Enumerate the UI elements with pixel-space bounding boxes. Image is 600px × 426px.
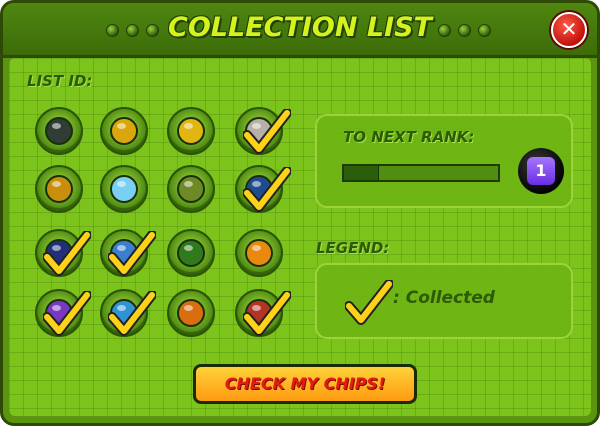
chip-item[interactable] (235, 165, 291, 213)
chip-item[interactable] (100, 229, 156, 277)
chip-orb-icon (45, 299, 73, 327)
chip-orb-icon (110, 239, 138, 267)
chip-item[interactable] (167, 289, 215, 337)
chip-item[interactable] (100, 289, 156, 337)
checkmark-icon (345, 280, 393, 325)
list-id-label: LIST ID: (27, 72, 93, 90)
chip-item[interactable] (35, 107, 83, 155)
close-button[interactable]: ✕ (551, 12, 587, 48)
title-dot (458, 24, 471, 37)
collection-window: COLLECTION LIST ✕ LIST ID: TO NEXT RANK:… (0, 0, 600, 426)
rank-label: TO NEXT RANK: (343, 128, 475, 146)
chip-orb-icon (45, 175, 73, 203)
rank-badge-icon: 1 (518, 148, 564, 194)
chip-orb-icon (177, 117, 205, 145)
legend-collected-text: : Collected (393, 288, 495, 308)
chip-orb-icon (245, 299, 273, 327)
chip-item[interactable] (235, 229, 283, 277)
chip-orb-icon (245, 175, 273, 203)
chip-item[interactable] (235, 107, 291, 155)
chip-item[interactable] (35, 165, 83, 213)
chip-orb-icon (110, 175, 138, 203)
chip-item[interactable] (167, 107, 215, 155)
chip-orb-icon (177, 239, 205, 267)
window-title: COLLECTION LIST (168, 12, 432, 43)
title-dot (478, 24, 491, 37)
legend-label: LEGEND: (316, 239, 390, 257)
rank-badge: 1 (527, 157, 555, 185)
chip-orb-icon (45, 239, 73, 267)
chip-item[interactable] (35, 289, 91, 337)
rank-progress-bar (342, 164, 500, 182)
chip-orb-icon (245, 239, 273, 267)
close-icon: ✕ (560, 17, 578, 41)
chip-item[interactable] (100, 107, 148, 155)
chip-orb-icon (110, 299, 138, 327)
rank-progress-fill (344, 166, 379, 180)
chip-item[interactable] (100, 165, 148, 213)
chip-orb-icon (110, 117, 138, 145)
chip-orb-icon (245, 117, 273, 145)
content-area (9, 58, 591, 416)
chip-orb-icon (45, 117, 73, 145)
title-dot (438, 24, 451, 37)
chip-orb-icon (177, 299, 205, 327)
chip-orb-icon (177, 175, 205, 203)
chip-item[interactable] (35, 229, 91, 277)
chip-item[interactable] (167, 229, 215, 277)
title-bar: COLLECTION LIST ✕ (3, 3, 597, 58)
check-my-chips-button[interactable]: CHECK MY CHIPS! (193, 364, 417, 404)
chip-item[interactable] (235, 289, 291, 337)
chip-item[interactable] (167, 165, 215, 213)
